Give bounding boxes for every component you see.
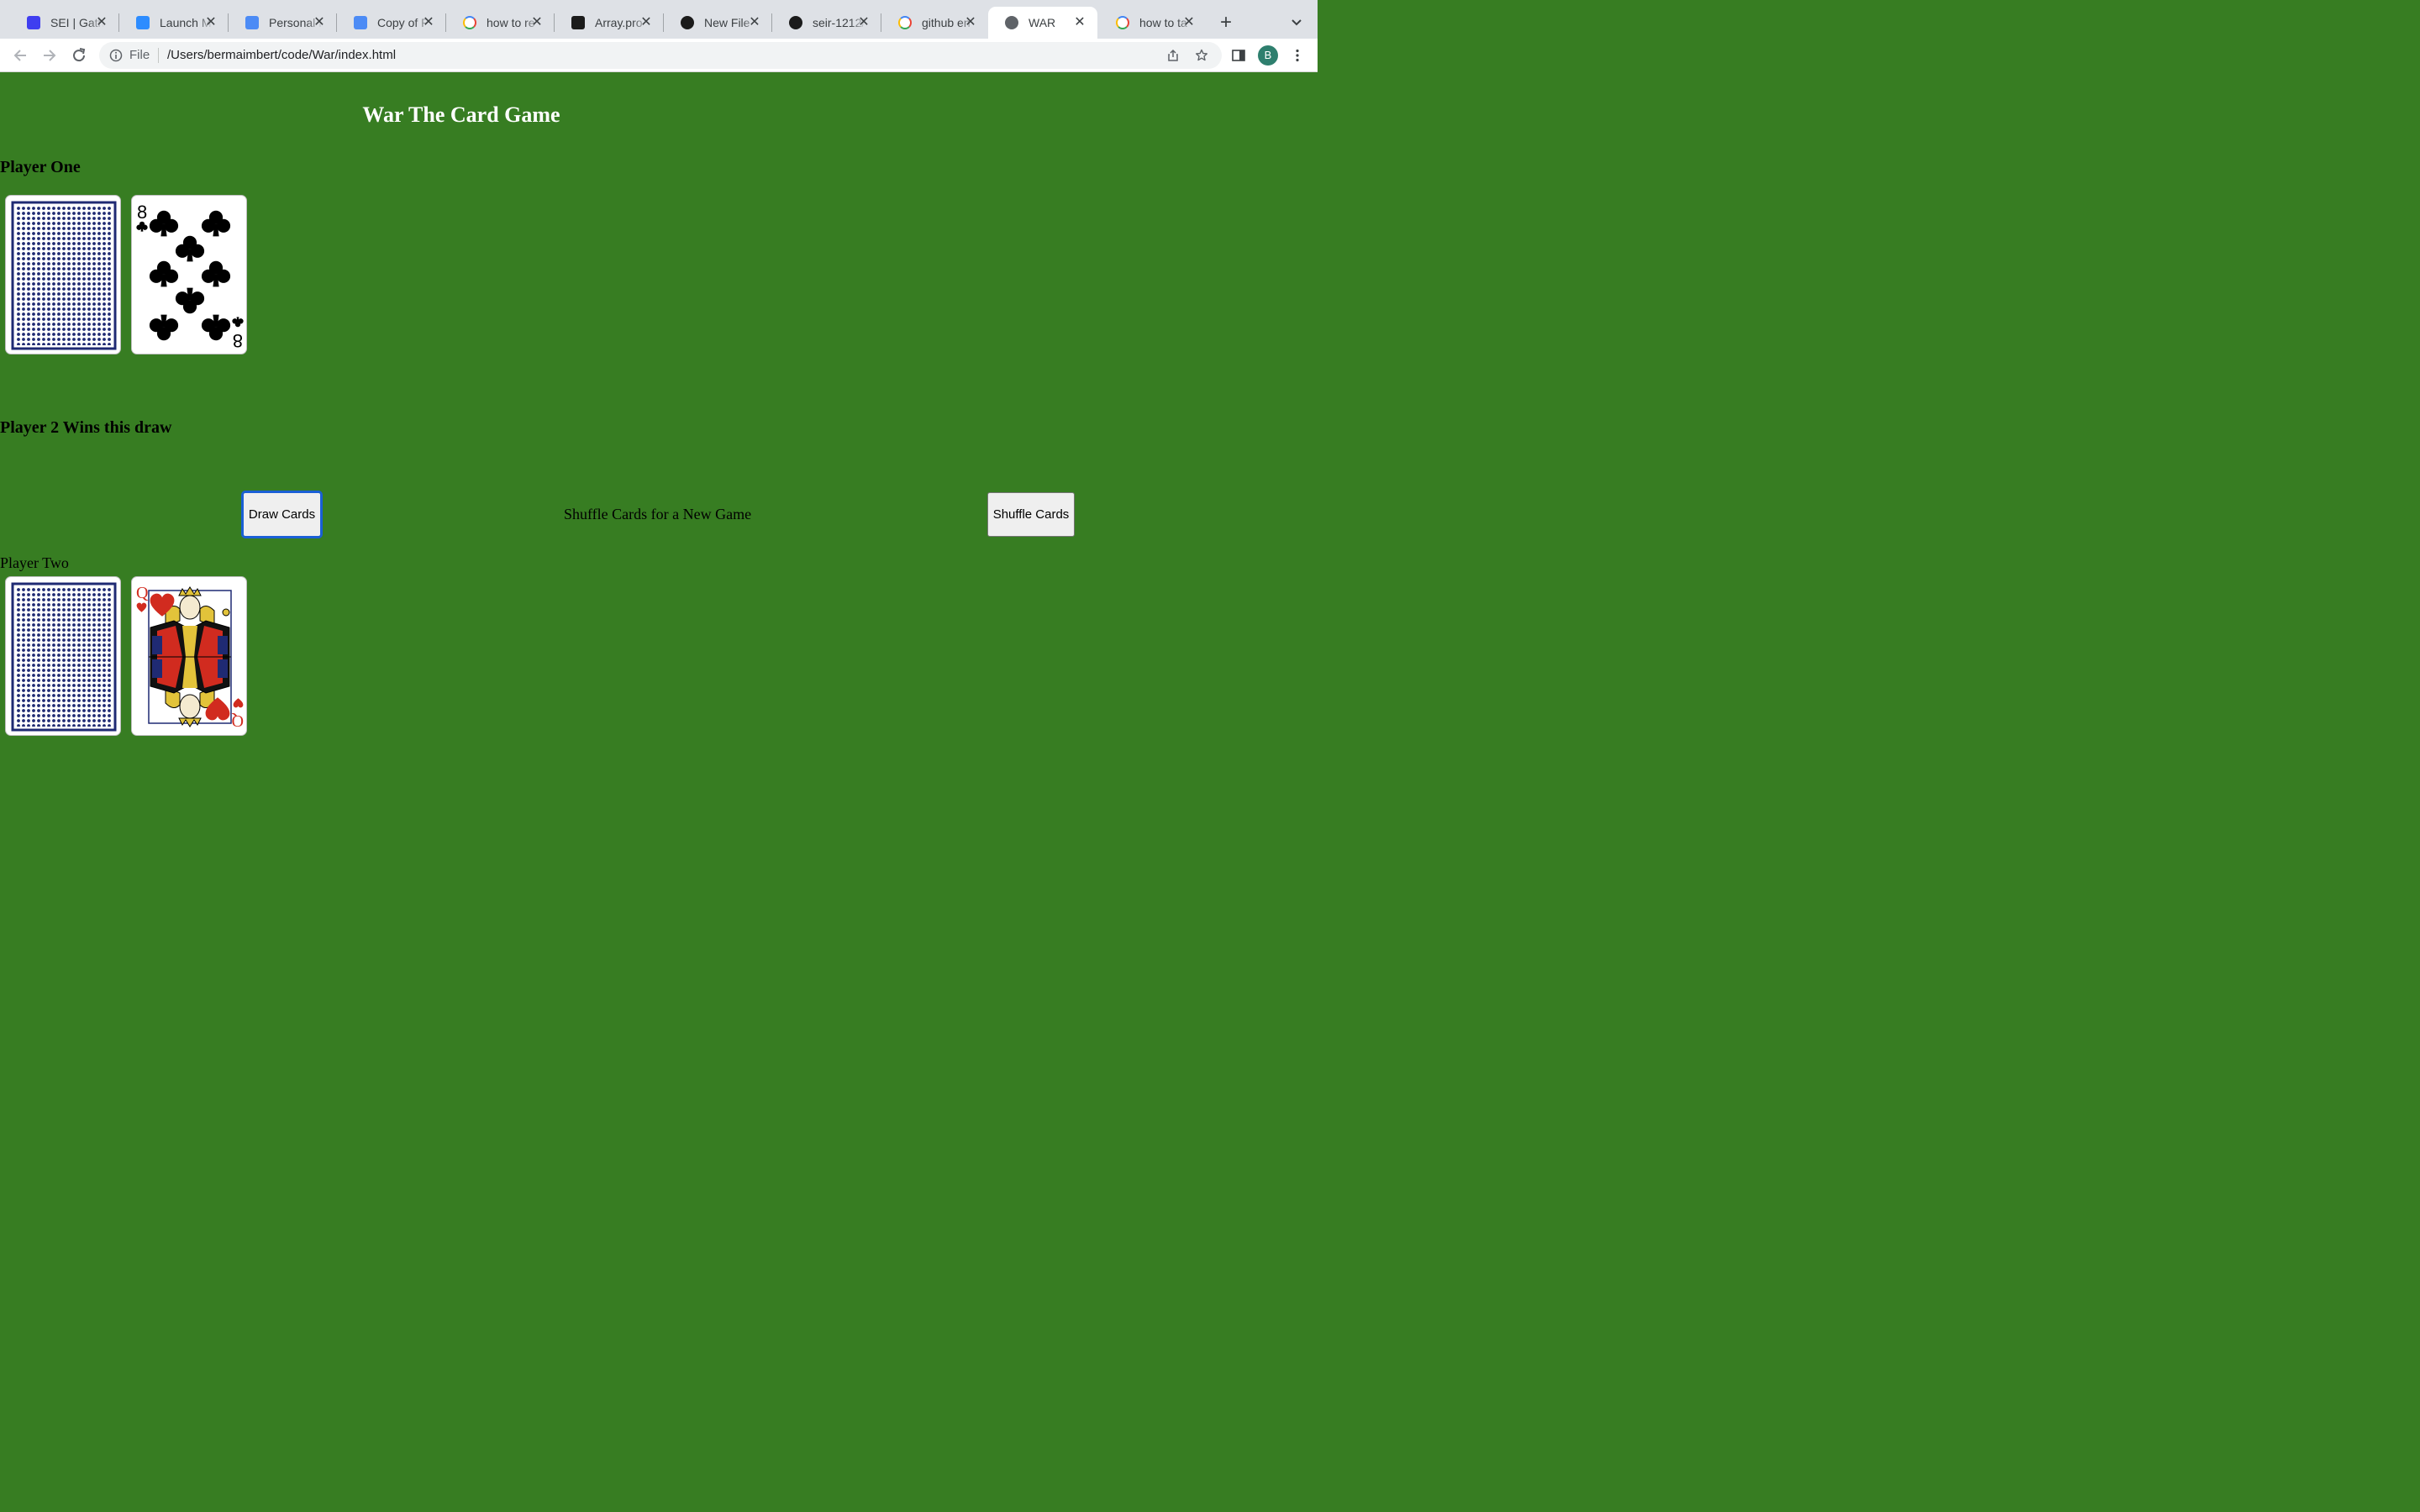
gather-icon (27, 16, 40, 29)
tab-close-icon[interactable]: ✕ (1181, 15, 1197, 30)
player-one-label: Player One (0, 158, 81, 176)
heart-corner-icon (136, 602, 147, 612)
player-one-face-card: 8 8 (131, 195, 247, 354)
club-pip-icon (175, 287, 205, 314)
card-rank-top: 8 (137, 202, 147, 223)
browser-tab[interactable]: WAR ✕ (988, 7, 1097, 39)
info-icon[interactable] (109, 49, 123, 62)
browser-tab[interactable]: Array.pro ✕ (555, 7, 664, 39)
docs-icon (245, 16, 259, 29)
tab-close-icon[interactable]: ✕ (529, 15, 544, 30)
bookmark-star-icon[interactable] (1195, 49, 1208, 62)
address-bar[interactable]: File /Users/bermaimbert/code/War/index.h… (99, 42, 1222, 69)
browser-tab[interactable]: seir-1212/✕ (772, 7, 881, 39)
globe-icon (1005, 16, 1018, 29)
club-pip-icon (201, 260, 231, 287)
player-two-label: Player Two (0, 554, 69, 571)
shuffle-cards-button[interactable]: Shuffle Cards (987, 492, 1075, 537)
tab-close-icon[interactable]: ✕ (94, 15, 109, 30)
google-icon (898, 16, 912, 29)
github-icon (789, 16, 802, 29)
draw-cards-button[interactable]: Draw Cards (241, 491, 323, 538)
club-corner-icon (232, 317, 244, 328)
player-two-face-card: Q Q (131, 576, 247, 736)
share-icon[interactable] (1166, 49, 1180, 62)
club-pip-icon (149, 260, 179, 287)
club-corner-icon (136, 221, 148, 232)
url-text[interactable]: /Users/bermaimbert/code/War/index.html (167, 48, 396, 62)
google-icon (1116, 16, 1129, 29)
browser-tab[interactable]: github en ✕ (881, 7, 988, 39)
tab-strip: SEI | Gath ✕ Launch M ✕ Personal I ✕ Copy of P… (0, 0, 1318, 39)
browser-toolbar: File /Users/bermaimbert/code/War/index.h… (0, 39, 1318, 72)
browser-tab[interactable]: Personal I ✕ (229, 7, 337, 39)
tab-search-icon[interactable] (1289, 14, 1304, 29)
club-pip-icon (175, 235, 205, 262)
new-tab-button[interactable]: + (1217, 12, 1235, 34)
more-menu-icon[interactable] (1290, 48, 1305, 63)
club-pip-icon (201, 210, 231, 237)
tab-close-icon[interactable]: ✕ (747, 15, 762, 30)
scheme-label: File (129, 48, 150, 62)
forward-arrow-icon[interactable] (40, 46, 59, 65)
tab-close-icon[interactable]: ✕ (421, 15, 436, 30)
google-icon (463, 16, 476, 29)
club-pip-icon (149, 210, 179, 237)
player-two-deck-card-back (5, 576, 121, 736)
address-divider (158, 48, 159, 63)
card-rank-bottom: 8 (233, 330, 243, 351)
browser-tab[interactable]: Copy of P ✕ (337, 7, 446, 39)
github-icon (681, 16, 694, 29)
zoom-icon (136, 16, 150, 29)
player-one-deck-card-back (5, 195, 121, 354)
back-arrow-icon[interactable] (11, 46, 29, 65)
profile-avatar[interactable]: B (1258, 45, 1278, 66)
tab-close-icon[interactable]: ✕ (312, 15, 327, 30)
browser-tab[interactable]: how to ta ✕ (1099, 7, 1207, 39)
card-rank-top: Q (136, 584, 149, 602)
mdn-icon (571, 16, 585, 29)
reload-icon[interactable] (70, 46, 88, 65)
tab-close-icon[interactable]: ✕ (203, 15, 218, 30)
browser-tab[interactable]: how to re ✕ (446, 7, 555, 39)
heart-corner-icon (233, 698, 244, 708)
game-page: War The Card Game Player One 8 8 Player … (0, 72, 1318, 823)
round-result-text: Player 2 Wins this draw (0, 418, 172, 437)
docs-icon (354, 16, 367, 29)
tab-close-icon[interactable]: ✕ (856, 15, 871, 30)
browser-tab[interactable]: SEI | Gath ✕ (10, 7, 119, 39)
club-pip-icon (149, 314, 179, 341)
browser-tab[interactable]: Launch M ✕ (119, 7, 229, 39)
side-panel-icon[interactable] (1231, 48, 1246, 63)
card-rank-bottom: Q (231, 711, 244, 730)
tab-close-icon[interactable]: ✕ (963, 15, 978, 30)
browser-tab[interactable]: New File ✕ (664, 7, 772, 39)
tab-close-icon[interactable]: ✕ (639, 15, 654, 30)
page-title: War The Card Game (362, 102, 560, 127)
club-pip-icon (201, 314, 231, 341)
shuffle-prompt-text: Shuffle Cards for a New Game (564, 506, 752, 522)
tab-close-icon[interactable]: ✕ (1072, 15, 1087, 30)
